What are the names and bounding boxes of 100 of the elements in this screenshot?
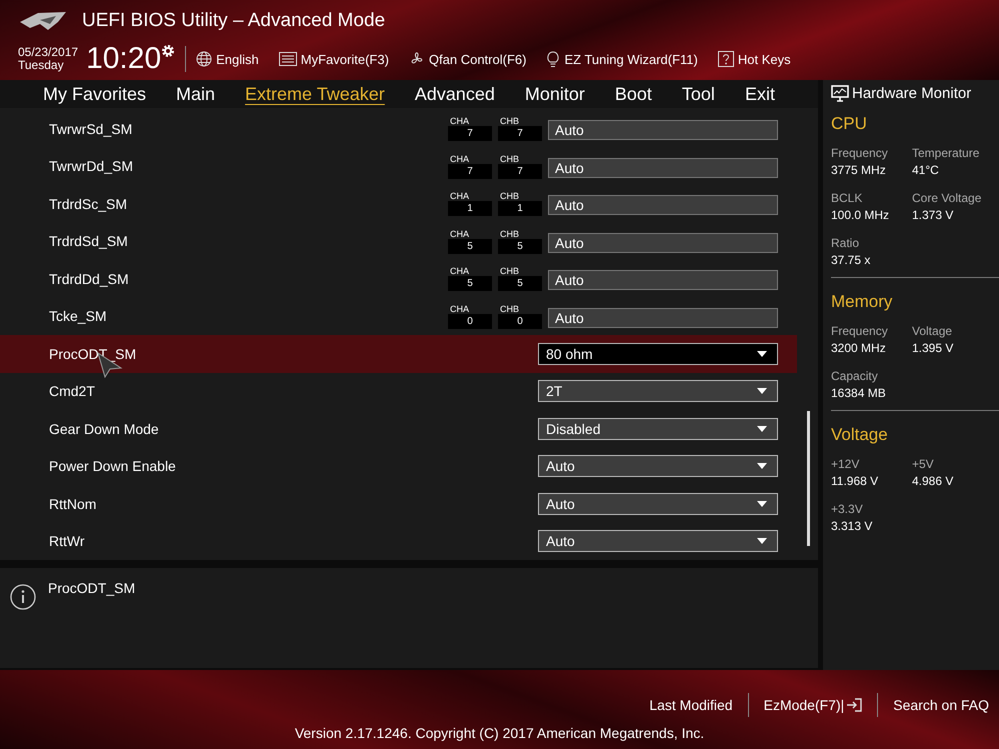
value-input-field[interactable]: Auto [548, 158, 778, 178]
channel-value: 5 [498, 276, 542, 292]
setting-label: Power Down Enable [49, 458, 177, 474]
reading-label: Voltage [912, 324, 954, 338]
reading-label: BCLK [831, 191, 864, 205]
setting-label: Cmd2T [49, 383, 96, 400]
exit-arrow-icon [846, 697, 862, 713]
value-dropdown[interactable]: Auto [538, 455, 778, 478]
monitor-icon [831, 84, 849, 102]
settings-icon[interactable] [161, 44, 176, 58]
setting-label: TwrwrDd_SM [49, 158, 134, 174]
menu-tab[interactable]: My Favorites [34, 84, 156, 104]
caret-icon [757, 538, 767, 544]
footer-link[interactable]: Last Modified [649, 697, 733, 713]
setting-row[interactable]: TrdrdDd_SM CHA 5 CHB 5 Auto [0, 260, 797, 298]
panel-title: Hardware Monitor [852, 84, 972, 102]
window-title: UEFI BIOS Utility – Advanced Mode [82, 10, 386, 32]
setting-row[interactable]: TwrwrDd_SM CHA 7 CHB 7 Auto [0, 148, 797, 185]
toolbar-button[interactable]: Qfan Control(F6) [408, 51, 526, 67]
setting-row[interactable]: TrdrdSd_SM CHA 5 CHB 5 Auto [0, 222, 797, 260]
reading-label: Core Voltage [912, 191, 982, 205]
setting-label: ProcODT_SM [49, 346, 138, 362]
value-dropdown[interactable]: Disabled [538, 418, 778, 440]
scrollbar[interactable] [807, 411, 810, 546]
setting-row[interactable]: ProcODT_SM 80 ohm [0, 335, 797, 372]
reading-label: Ratio [831, 236, 860, 250]
section-title: CPU [831, 114, 868, 134]
channel-label: CHB [499, 191, 520, 202]
toolbar-button[interactable]: English [196, 51, 259, 67]
reading-label: Temperature [912, 146, 980, 160]
caret-icon [757, 426, 767, 432]
value-dropdown[interactable]: Auto [538, 530, 778, 552]
menu-tab[interactable]: Advanced [406, 84, 504, 104]
toolbar-button[interactable]: Hot Keys [718, 51, 791, 67]
channel-value: 5 [448, 238, 492, 254]
setting-label: Gear Down Mode [49, 420, 160, 437]
menu-tab[interactable]: Tool [672, 84, 724, 104]
setting-row[interactable]: RttNom Auto [0, 485, 797, 522]
channel-value: 0 [498, 314, 542, 329]
toolbar-button[interactable]: MyFavorite(F3) [278, 52, 389, 66]
setting-row[interactable]: RttWr Auto [0, 522, 797, 560]
channel-value: 1 [448, 201, 492, 216]
info-icon [10, 584, 36, 610]
channel-value: 7 [498, 164, 542, 179]
setting-label: RttNom [49, 496, 98, 512]
setting-label: Tcke_SM [49, 308, 108, 324]
setting-row[interactable]: TrdrdSc_SM CHA 1 CHB 1 Auto [0, 185, 797, 222]
value-dropdown[interactable]: 80 ohm [538, 342, 778, 365]
channel-value: 7 [498, 126, 542, 142]
channel-label: CHB [499, 228, 520, 239]
reading-value: 100.0 MHz [831, 208, 890, 222]
menu-tab[interactable]: Boot [606, 84, 661, 104]
reading-value: 3.313 V [831, 519, 874, 533]
menu-tab[interactable]: Extreme Tweaker [236, 84, 394, 104]
setting-label: TrdrdDd_SM [49, 270, 130, 287]
value-input-field[interactable]: Auto [548, 270, 778, 290]
value-dropdown[interactable]: 2T [538, 380, 778, 402]
help-icon [718, 51, 734, 67]
channel-label: CHA [449, 154, 470, 164]
value-dropdown[interactable]: Auto [538, 492, 778, 515]
reading-label: Frequency [831, 146, 889, 160]
footer-link[interactable]: Search on FAQ [893, 697, 989, 713]
setting-label: TrdrdSc_SM [49, 196, 128, 212]
setting-row[interactable]: Gear Down Mode Disabled [0, 410, 797, 448]
version-text: Version 2.17.1246. Copyright (C) 2017 American Megatrends, Inc. [294, 725, 704, 741]
channel-label: CHA [449, 116, 470, 126]
channel-value: 5 [448, 276, 492, 292]
channel-label: CHA [449, 266, 470, 276]
reading-value: 16384 MB [831, 386, 887, 400]
setting-label: RttWr [49, 533, 86, 550]
reading-value: 1.373 V [912, 208, 954, 222]
channel-label: CHB [499, 304, 520, 314]
reading-label: +12V [831, 457, 860, 471]
menu-tab[interactable]: Main [167, 84, 224, 104]
setting-row[interactable]: Power Down Enable Auto [0, 448, 797, 485]
setting-row[interactable]: Tcke_SM CHA 0 CHB 0 Auto [0, 298, 797, 335]
help-text: ProcODT_SM [48, 580, 136, 596]
value-input-field[interactable]: Auto [548, 308, 778, 328]
setting-row[interactable]: Cmd2T 2T [0, 372, 797, 410]
reading-value: 3775 MHz [831, 163, 887, 177]
lightbulb-icon [546, 50, 560, 68]
caret-icon [757, 500, 767, 507]
reading-label: +5V [912, 457, 935, 471]
setting-label: TrdrdSd_SM [49, 233, 129, 250]
menu-tab[interactable]: Exit [736, 84, 784, 104]
setting-row[interactable]: TwrwrSd_SM CHA 7 CHB 7 Auto [0, 110, 797, 148]
caret-icon [757, 350, 767, 357]
value-input-field[interactable]: Auto [548, 232, 778, 253]
toolbar-button[interactable]: EZ Tuning Wizard(F11) [546, 50, 698, 68]
channel-label: CHB [499, 116, 520, 126]
footer-link[interactable]: EzMode(F7)| [764, 697, 862, 713]
channel-value: 0 [448, 314, 492, 329]
value-input-field[interactable]: Auto [548, 195, 778, 216]
clock-time: 10:20 [86, 42, 162, 76]
channel-label: CHA [449, 304, 470, 314]
date-text: 05/23/2017 [18, 46, 78, 59]
reading-value: 3200 MHz [831, 341, 887, 355]
reading-label: +3.3V [831, 502, 864, 516]
menu-tab[interactable]: Monitor [516, 84, 594, 104]
value-input-field[interactable]: Auto [548, 120, 778, 140]
